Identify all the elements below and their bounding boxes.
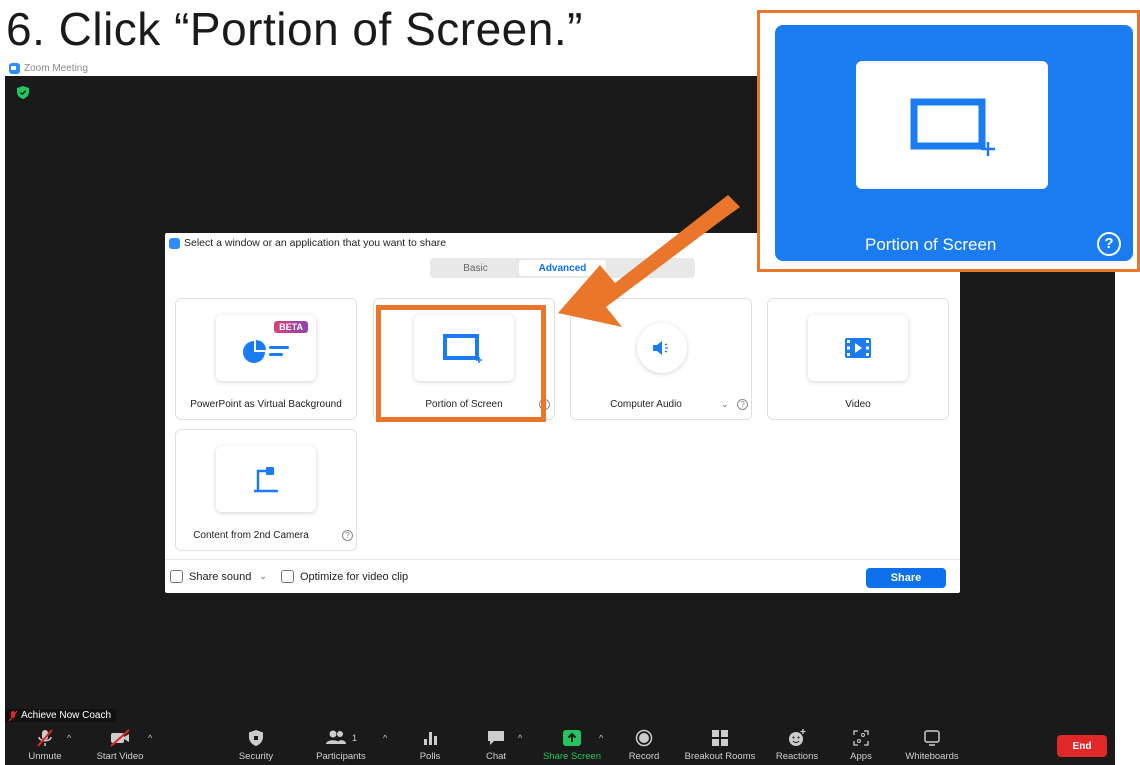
- meeting-toolbar: Unmute ^ Start Video ^ Security 1 Partic…: [5, 725, 1115, 765]
- video-thumbnail: [808, 315, 908, 381]
- help-icon[interactable]: ?: [1097, 232, 1121, 256]
- chevron-down-icon[interactable]: ⌄: [721, 399, 729, 410]
- end-meeting-button[interactable]: End: [1057, 735, 1107, 757]
- apps-icon: [853, 730, 869, 746]
- polls-label: Polls: [419, 751, 441, 762]
- dialog-header-text: Select a window or an application that y…: [184, 237, 447, 249]
- reactions-label: Reactions: [775, 751, 819, 762]
- share-screen-label: Share Screen: [542, 751, 602, 762]
- film-icon: [845, 338, 871, 358]
- apps-label: Apps: [850, 751, 872, 762]
- pointer-arrow: [558, 195, 740, 327]
- polls-icon: [424, 732, 437, 745]
- option-label: PowerPoint as Virtual Background: [190, 399, 342, 410]
- whiteboard-icon: [924, 730, 940, 746]
- option-powerpoint-background[interactable]: BETA PowerPoint as Virtual Background: [175, 298, 357, 420]
- chat-icon: [488, 731, 504, 745]
- beta-badge: BETA: [274, 321, 308, 333]
- video-options-caret[interactable]: ^: [148, 733, 152, 743]
- shield-icon: [249, 730, 263, 746]
- participants-icon: [325, 730, 346, 744]
- window-title: Zoom Meeting: [24, 62, 88, 74]
- highlight-box: [376, 305, 546, 422]
- zoomed-callout: Portion of Screen ?: [757, 10, 1140, 272]
- option-label: Video: [845, 399, 871, 410]
- powerpoint-chart-icon: [243, 340, 289, 363]
- breakout-rooms-label: Breakout Rooms: [684, 751, 756, 762]
- dialog-header: Select a window or an application that y…: [169, 237, 446, 249]
- share-button[interactable]: Share: [866, 568, 946, 588]
- start-video-label: Start Video: [96, 751, 144, 762]
- whiteboards-button[interactable]: Whiteboards: [887, 728, 977, 762]
- powerpoint-thumbnail: BETA: [216, 315, 316, 381]
- help-icon[interactable]: ?: [342, 530, 353, 541]
- callout-option-card: Portion of Screen ?: [775, 25, 1133, 261]
- callout-thumbnail: [856, 61, 1048, 189]
- help-icon[interactable]: ?: [737, 399, 748, 410]
- slide-title: 6. Click “Portion of Screen.”: [6, 3, 583, 55]
- zoom-app-icon: [9, 62, 20, 74]
- option-label: Content from 2nd Camera: [193, 530, 309, 541]
- audio-options-caret[interactable]: ^: [67, 733, 71, 743]
- security-button[interactable]: Security: [211, 728, 301, 762]
- camera-thumbnail: [216, 446, 316, 512]
- portion-screen-icon: [910, 98, 995, 156]
- share-sound-checkbox[interactable]: [170, 570, 183, 583]
- muted-mic-icon: [8, 710, 18, 722]
- share-sound-label: Share sound: [189, 570, 252, 583]
- unmute-label: Unmute: [28, 751, 62, 762]
- dialog-footer: Share sound ⌄ Optimize for video clip Sh…: [165, 559, 960, 593]
- reactions-icon: [789, 729, 806, 746]
- option-video[interactable]: Video: [767, 298, 949, 420]
- whiteboards-label: Whiteboards: [905, 751, 959, 762]
- zoom-app-icon: [169, 237, 180, 249]
- record-icon: [635, 729, 653, 747]
- participant-count: 1: [351, 733, 357, 743]
- option-label: Computer Audio: [610, 399, 682, 410]
- host-name: Achieve Now Coach: [21, 710, 112, 721]
- participant-name-tag: Achieve Now Coach: [5, 709, 117, 722]
- participants-label: Participants: [316, 751, 366, 762]
- optimize-video-label: Optimize for video clip: [299, 570, 409, 583]
- option-second-camera[interactable]: Content from 2nd Camera ?: [175, 429, 357, 551]
- chevron-down-icon[interactable]: ⌄: [259, 571, 267, 582]
- chat-options-caret[interactable]: ^: [518, 733, 522, 743]
- speaker-icon: [653, 341, 668, 355]
- tab-basic[interactable]: Basic: [432, 260, 519, 276]
- chat-label: Chat: [485, 751, 507, 762]
- share-screen-icon: [563, 730, 581, 746]
- breakout-rooms-icon: [712, 730, 728, 746]
- document-camera-icon: [254, 467, 278, 493]
- video-off-icon: [110, 729, 130, 747]
- encryption-shield-icon[interactable]: [17, 86, 29, 99]
- participants-button[interactable]: 1 Participants: [296, 728, 386, 762]
- muted-mic-icon: [37, 729, 53, 747]
- security-label: Security: [238, 751, 274, 762]
- record-label: Record: [628, 751, 660, 762]
- callout-label: Portion of Screen: [865, 235, 997, 254]
- optimize-video-checkbox[interactable]: [280, 570, 294, 583]
